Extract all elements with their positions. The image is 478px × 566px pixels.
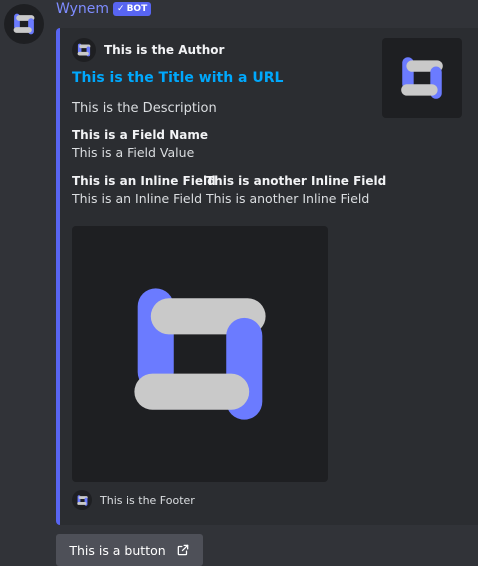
field-name: This is a Field Name — [72, 128, 208, 142]
embed-inline-field: This is an Inline Field This is an Inlin… — [72, 174, 216, 206]
check-icon: ✓ — [117, 4, 125, 14]
external-link-icon — [177, 544, 188, 556]
footer-text: This is the Footer — [100, 493, 195, 507]
embed-title-link[interactable]: This is the Title with a URL — [72, 70, 283, 86]
wynem-logo-icon — [76, 494, 88, 506]
bot-tag: ✓ BOT — [113, 2, 152, 16]
field-name: This is an Inline Field — [72, 174, 216, 188]
embed-author: This is the Author — [72, 36, 224, 64]
button-label: This is a button — [69, 542, 166, 558]
field-value: This is another Inline Field — [206, 191, 370, 206]
footer-icon — [72, 490, 92, 510]
field-name: This is another Inline Field — [206, 174, 387, 188]
embed: This is the Author This is the Title wit… — [56, 28, 478, 525]
username[interactable]: Wynem — [56, 1, 109, 17]
wynem-logo-icon — [401, 57, 443, 99]
bot-tag-label: BOT — [126, 4, 148, 14]
embed-field: This is a Field Name This is a Field Val… — [72, 128, 208, 160]
embed-description: This is the Description — [72, 101, 217, 116]
link-button[interactable]: This is a button — [56, 534, 203, 566]
field-value: This is an Inline Field — [72, 191, 203, 206]
message-header: Wynem ✓ BOT — [56, 0, 152, 18]
wynem-logo-icon — [13, 13, 35, 35]
author-icon — [72, 38, 96, 62]
wynem-logo-icon — [134, 288, 266, 420]
field-value: This is a Field Value — [72, 145, 195, 160]
author-name: This is the Author — [104, 43, 225, 57]
embed-inline-field: This is another Inline Field This is ano… — [206, 174, 386, 206]
embed-image[interactable] — [72, 226, 328, 482]
bot-avatar[interactable] — [4, 4, 44, 44]
embed-thumbnail[interactable] — [382, 38, 462, 118]
wynem-logo-icon — [77, 43, 91, 57]
embed-footer: This is the Footer — [72, 490, 195, 510]
